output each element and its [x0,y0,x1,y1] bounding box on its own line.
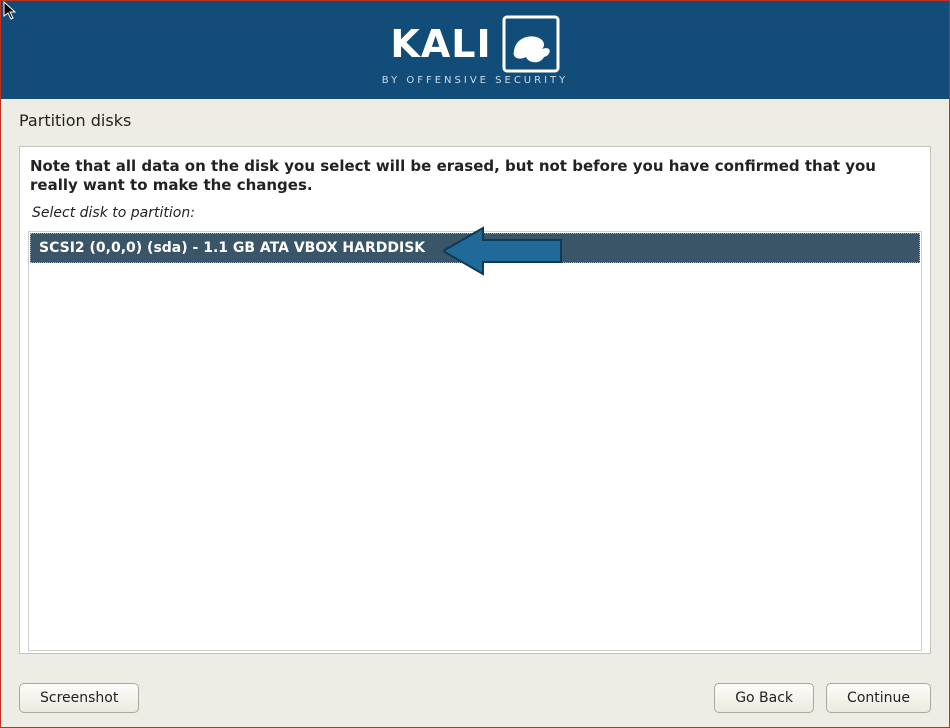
banner-subtitle: BY OFFENSIVE SECURITY [382,75,569,86]
button-bar: Screenshot Go Back Continue [19,683,931,713]
logo: KALI [390,15,559,73]
go-back-button[interactable]: Go Back [714,683,814,713]
page-title-area: Partition disks [1,99,949,146]
disk-item[interactable]: SCSI2 (0,0,0) (sda) - 1.1 GB ATA VBOX HA… [30,233,920,263]
logo-text: KALI [390,22,491,66]
screenshot-button[interactable]: Screenshot [19,683,139,713]
banner: KALI BY OFFENSIVE SECURITY [1,1,949,99]
continue-button[interactable]: Continue [826,683,931,713]
content-frame: Note that all data on the disk you selec… [19,146,931,654]
select-hint: Select disk to partition: [26,201,924,229]
warning-text: Note that all data on the disk you selec… [26,155,924,201]
disk-list: SCSI2 (0,0,0) (sda) - 1.1 GB ATA VBOX HA… [28,231,922,651]
page-title: Partition disks [19,111,931,130]
dragon-icon [502,15,560,73]
